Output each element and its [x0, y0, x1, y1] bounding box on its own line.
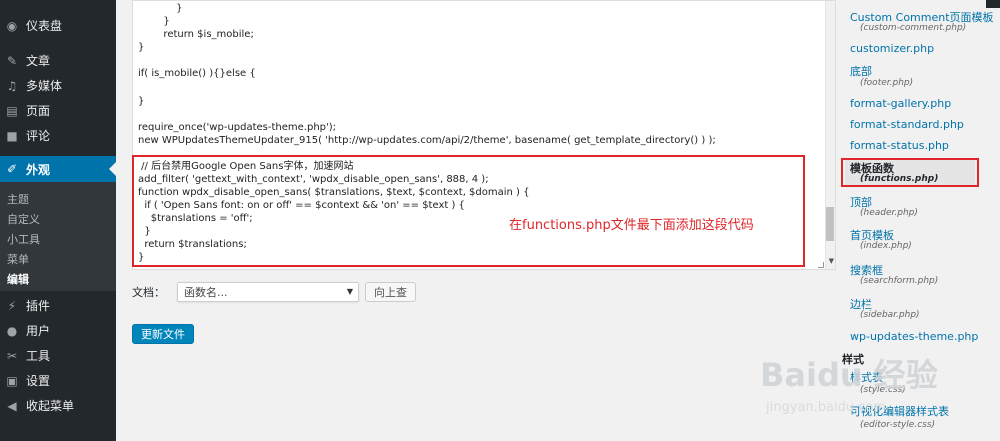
- file-name: (sidebar.php): [860, 310, 920, 320]
- highlight-annotation-box: [132, 155, 805, 267]
- menu-label: 多媒体: [26, 79, 63, 93]
- file-link-format-gallery[interactable]: format-gallery.php: [850, 97, 951, 110]
- code-line: require_once('wp-updates-theme.php');: [138, 122, 337, 133]
- watermark-url: jingyan.baidu.com: [766, 400, 886, 415]
- code-line: }: [138, 16, 170, 27]
- file-name: (custom-comment.php): [860, 23, 967, 33]
- watermark-logo: Baidu 经验: [760, 356, 938, 394]
- annotation-text: 在functions.php文件最下面添加这段代码: [509, 218, 754, 233]
- file-link-footer[interactable]: 底部: [850, 63, 872, 79]
- code-line: }: [138, 96, 145, 107]
- file-name: (searchform.php): [860, 276, 939, 286]
- submenu-item-themes[interactable]: 主题: [7, 191, 29, 207]
- menu-label: 外观: [26, 162, 51, 177]
- menu-label: 工具: [26, 349, 51, 363]
- dashboard-icon: ◉: [6, 18, 18, 33]
- file-name: (footer.php): [860, 78, 914, 88]
- menu-item-media[interactable]: ♫ 多媒体: [0, 73, 116, 98]
- menu-item-plugins[interactable]: ⚡ 插件: [0, 293, 116, 318]
- menu-item-tools[interactable]: ✂ 工具: [0, 343, 116, 368]
- appearance-brush-icon: ✐: [6, 162, 18, 176]
- chevron-down-icon: ▼: [346, 287, 353, 296]
- admin-sidebar: ◉ 仪表盘 ✎ 文章 ♫ 多媒体 ▤ 页面 ■ 评论 ✐ 外观 主题 自定义 小…: [0, 0, 116, 441]
- update-file-button[interactable]: 更新文件: [132, 324, 194, 344]
- file-name: (header.php): [860, 208, 918, 218]
- comment-icon: ■: [6, 128, 18, 143]
- menu-label: 收起菜单: [26, 399, 75, 413]
- file-link-wp-updates-theme[interactable]: wp-updates-theme.php: [850, 330, 978, 343]
- menu-item-comments[interactable]: ■ 评论: [0, 123, 116, 148]
- function-name-select[interactable]: 函数名... ▼: [177, 282, 359, 302]
- menu-label: 仪表盘: [26, 19, 63, 33]
- menu-item-settings[interactable]: ▣ 设置: [0, 368, 116, 393]
- file-name: (index.php): [860, 241, 912, 251]
- page-icon: ▤: [6, 103, 18, 118]
- menu-item-dashboard[interactable]: ◉ 仪表盘: [0, 13, 116, 38]
- documentation-row: 文档： 函数名... ▼ 向上查: [132, 281, 416, 303]
- highlight-annotation-box-file: [841, 158, 979, 187]
- menu-item-collapse[interactable]: ◀ 收起菜单: [0, 393, 116, 418]
- code-line: }: [138, 3, 183, 14]
- file-link-customizer[interactable]: customizer.php: [850, 42, 934, 55]
- file-link-format-standard[interactable]: format-standard.php: [850, 118, 964, 131]
- user-icon: ●: [6, 323, 18, 338]
- menu-item-users[interactable]: ● 用户: [0, 318, 116, 343]
- menu-label: 插件: [26, 299, 51, 313]
- file-link-format-status[interactable]: format-status.php: [850, 139, 949, 152]
- submenu-item-editor[interactable]: 编辑: [7, 271, 29, 287]
- lookup-button[interactable]: 向上查: [365, 282, 416, 302]
- collapse-icon: ◀: [7, 398, 17, 413]
- pin-icon: ✎: [6, 53, 18, 68]
- settings-icon: ▣: [6, 373, 18, 388]
- submenu-item-customize[interactable]: 自定义: [7, 211, 40, 227]
- code-line: new WPUpdatesThemeUpdater_915( 'http://w…: [138, 135, 716, 146]
- wrench-icon: ✂: [6, 348, 18, 363]
- menu-label: 用户: [26, 324, 51, 338]
- menu-item-posts[interactable]: ✎ 文章: [0, 48, 116, 73]
- active-menu-arrow: [109, 162, 116, 176]
- code-line: if( is_mobile() ){}else {: [138, 68, 256, 79]
- submenu-item-widgets[interactable]: 小工具: [7, 231, 40, 247]
- code-line: }: [138, 42, 145, 53]
- menu-item-pages[interactable]: ▤ 页面: [0, 98, 116, 123]
- submenu-item-menus[interactable]: 菜单: [7, 251, 29, 267]
- menu-label: 设置: [26, 374, 51, 388]
- menu-label: 文章: [26, 54, 51, 68]
- menu-item-appearance[interactable]: ✐ 外观: [0, 156, 116, 182]
- media-icon: ♫: [6, 78, 18, 93]
- top-right-corner: [986, 0, 1000, 8]
- documentation-label: 文档：: [132, 286, 165, 299]
- file-name: (editor-style.css): [860, 420, 936, 430]
- menu-label: 页面: [26, 104, 51, 118]
- code-line: return $is_mobile;: [138, 29, 254, 40]
- function-select-value: 函数名...: [184, 286, 228, 299]
- menu-label: 评论: [26, 129, 51, 143]
- plugin-icon: ⚡: [7, 298, 17, 313]
